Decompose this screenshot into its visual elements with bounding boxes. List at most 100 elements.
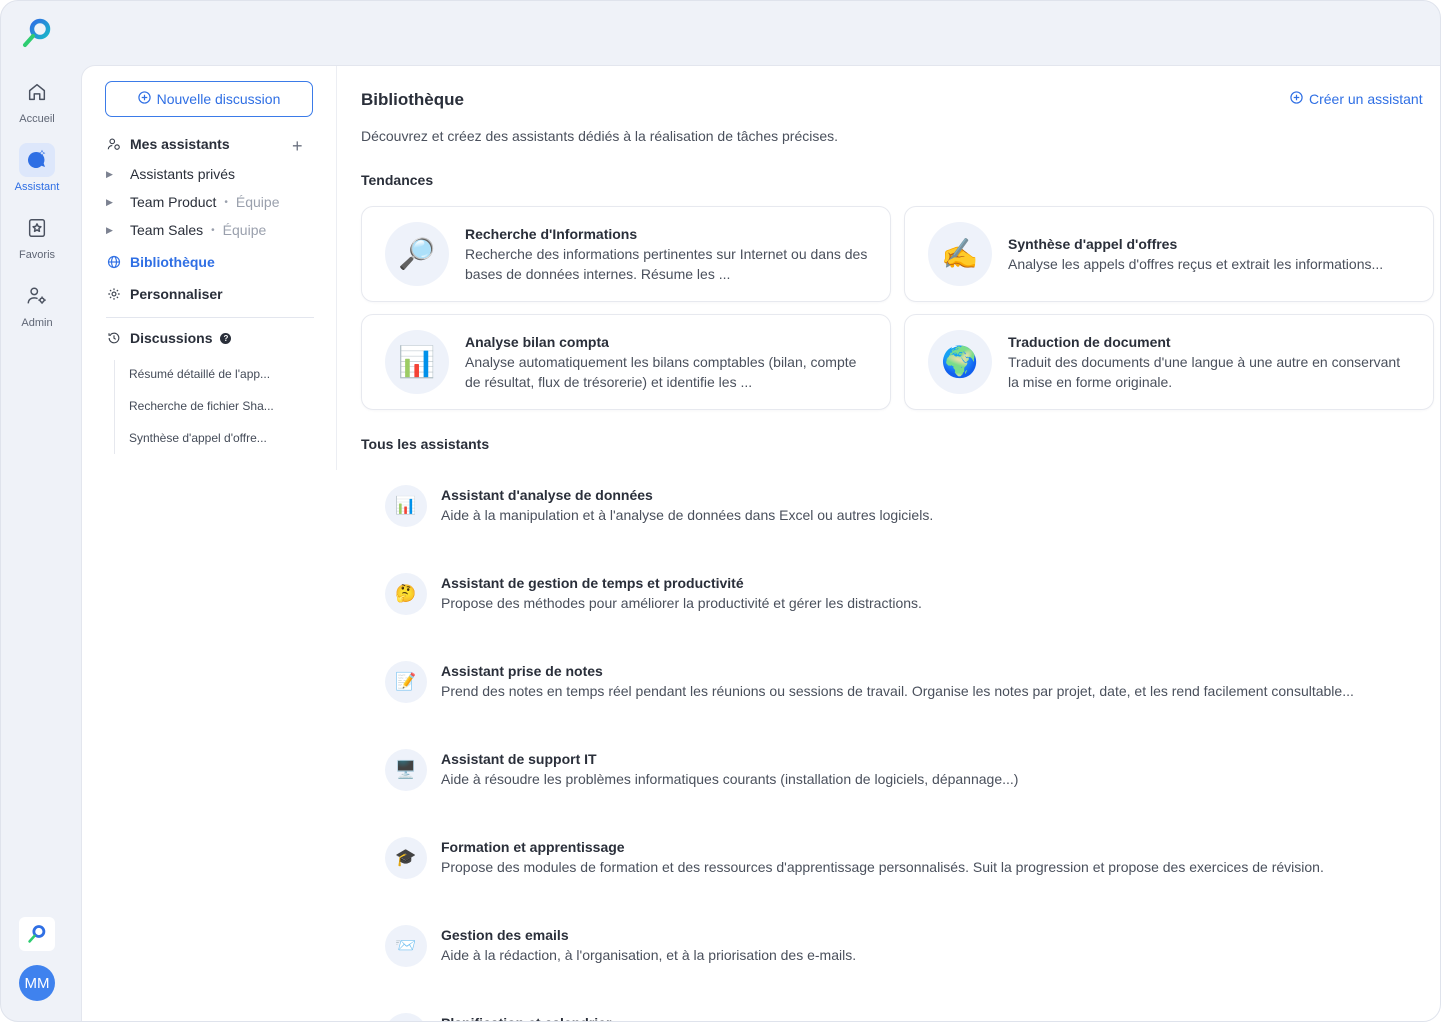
magnifier-emoji-icon: 🔎 xyxy=(385,222,449,286)
team-tag: Équipe xyxy=(235,194,280,210)
caret-right-icon: ▶ xyxy=(106,196,113,207)
thinking-face-emoji-icon: 🤔 xyxy=(385,573,427,615)
assistant-name: Planification et calendrier xyxy=(441,1013,1425,1021)
assistant-description: Prend des notes en temps réel pendant le… xyxy=(441,683,1354,699)
assistant-row-it-support[interactable]: 🖥️ Assistant de support IT Aide à résoud… xyxy=(385,746,1425,794)
bar-chart-emoji-icon: 📊 xyxy=(385,330,449,394)
calendar-emoji-icon: 📅 xyxy=(385,1013,427,1021)
assistant-name: Gestion des emails xyxy=(441,927,569,943)
create-assistant-label: Créer un assistant xyxy=(1309,91,1423,107)
caret-right-icon: ▶ xyxy=(106,224,113,235)
help-icon[interactable]: ? xyxy=(220,332,232,344)
nav-favoris[interactable]: Favoris xyxy=(1,211,73,261)
library-content: Bibliothèque Créer un assistant Découvre… xyxy=(361,66,1440,1021)
nav-admin[interactable]: Admin xyxy=(1,279,73,329)
plus-circle-icon xyxy=(137,91,151,107)
main-card: Nouvelle discussion Mes assistants + ▶ A… xyxy=(81,65,1440,1021)
separator-dot: • xyxy=(224,196,228,208)
assistant-description: Recherche des informations pertinentes s… xyxy=(465,246,868,282)
create-assistant-button[interactable]: Créer un assistant xyxy=(1290,91,1423,107)
graduation-cap-emoji-icon: 🎓 xyxy=(385,837,427,879)
sidebar-item-label: Team Product xyxy=(130,194,217,210)
sidebar-item-private[interactable]: ▶ Assistants privés xyxy=(106,166,235,182)
add-assistant-button[interactable]: + xyxy=(292,136,303,157)
app-window: Accueil Assistant Favoris Admin MM Nouve… xyxy=(0,0,1441,1022)
discussion-item[interactable]: Recherche de fichier Sha... xyxy=(129,399,274,413)
sidebar-item-label: Personnaliser xyxy=(130,286,223,302)
secondary-logo-icon[interactable] xyxy=(19,917,55,951)
favorites-icon xyxy=(19,211,55,245)
discussions-header[interactable]: Discussions ? xyxy=(106,330,232,346)
sidebar-item-team-sales[interactable]: ▶ Team Sales • Équipe xyxy=(106,222,266,238)
discussion-item[interactable]: Synthèse d'appel d'offre... xyxy=(129,431,267,445)
my-assistants-label: Mes assistants xyxy=(130,136,230,152)
assistant-name: Assistant de support IT xyxy=(441,751,597,767)
app-logo-icon[interactable] xyxy=(21,17,53,49)
discussion-item[interactable]: Résumé détaillé de l'app... xyxy=(129,367,270,381)
team-tag: Équipe xyxy=(222,222,267,238)
assistant-name: Analyse bilan compta xyxy=(465,334,609,350)
new-discussion-button[interactable]: Nouvelle discussion xyxy=(105,81,313,117)
trending-card-translation[interactable]: 🌍 Traduction de document Traduit des doc… xyxy=(904,314,1434,410)
admin-icon xyxy=(19,279,55,313)
assistant-name: Recherche d'Informations xyxy=(465,226,638,242)
page-title: Bibliothèque xyxy=(361,90,464,109)
left-rail: Accueil Assistant Favoris Admin MM xyxy=(1,1,81,1021)
trending-card-research[interactable]: 🔎 Recherche d'Informations Recherche des… xyxy=(361,206,891,302)
history-icon xyxy=(106,330,122,346)
nav-label: Assistant xyxy=(14,181,60,193)
assistant-name: Assistant prise de notes xyxy=(441,663,603,679)
nav-label: Admin xyxy=(21,317,53,329)
sidebar-item-library[interactable]: Bibliothèque xyxy=(106,254,215,270)
assistant-sidebar: Nouvelle discussion Mes assistants + ▶ A… xyxy=(82,66,337,470)
my-assistants-header[interactable]: Mes assistants xyxy=(106,136,230,152)
nav-label: Accueil xyxy=(19,113,55,125)
assistant-name: Assistant d'analyse de données xyxy=(441,487,653,503)
sidebar-item-customize[interactable]: Personnaliser xyxy=(106,286,223,302)
home-icon xyxy=(19,75,55,109)
assistant-row-notes[interactable]: 📝 Assistant prise de notes Prend des not… xyxy=(385,658,1425,706)
globe-icon xyxy=(106,254,122,270)
trending-card-accounting[interactable]: 📊 Analyse bilan compta Analyse automatiq… xyxy=(361,314,891,410)
assistant-row-data-analysis[interactable]: 📊 Assistant d'analyse de données Aide à … xyxy=(385,482,1425,530)
memo-emoji-icon: 📝 xyxy=(385,661,427,703)
nav-accueil[interactable]: Accueil xyxy=(1,75,73,125)
page-subtitle: Découvrez et créez des assistants dédiés… xyxy=(361,128,839,144)
sidebar-item-label: Team Sales xyxy=(130,222,204,238)
assistant-row-training[interactable]: 🎓 Formation et apprentissage Propose des… xyxy=(385,834,1425,882)
assistant-icon xyxy=(19,143,55,177)
avatar[interactable]: MM xyxy=(19,965,55,1001)
separator-dot: • xyxy=(211,224,215,236)
assistant-description: Propose des modules de formation et des … xyxy=(441,859,1324,875)
envelope-emoji-icon: 📨 xyxy=(385,925,427,967)
nav-label: Favoris xyxy=(18,249,56,261)
assistant-name: Traduction de document xyxy=(1008,334,1171,350)
discussions-label: Discussions xyxy=(130,330,213,346)
bar-chart-emoji-icon: 📊 xyxy=(385,485,427,527)
computer-emoji-icon: 🖥️ xyxy=(385,749,427,791)
nav-assistant[interactable]: Assistant xyxy=(1,143,73,193)
history-guide-line xyxy=(114,360,115,454)
gear-icon xyxy=(106,286,122,302)
caret-right-icon: ▶ xyxy=(106,168,113,179)
assistant-row-productivity[interactable]: 🤔 Assistant de gestion de temps et produ… xyxy=(385,570,1425,618)
assistant-description: Propose des méthodes pour améliorer la p… xyxy=(441,595,922,611)
assistant-row-emails[interactable]: 📨 Gestion des emails Aide à la rédaction… xyxy=(385,922,1425,970)
assistant-description: Traduit des documents d'une langue à une… xyxy=(1008,354,1401,390)
assistant-row-planning[interactable]: 📅 Planification et calendrier xyxy=(385,1010,1425,1021)
globe-emoji-icon: 🌍 xyxy=(928,330,992,394)
assistant-description: Aide à la rédaction, à l'organisation, e… xyxy=(441,947,857,963)
assistant-description: Aide à résoudre les problèmes informatiq… xyxy=(441,771,1019,787)
sidebar-item-team-product[interactable]: ▶ Team Product • Équipe xyxy=(106,194,279,210)
sidebar-item-label: Assistants privés xyxy=(130,166,236,182)
trending-card-tender[interactable]: ✍️ Synthèse d'appel d'offres Analyse les… xyxy=(904,206,1434,302)
assistant-description: Aide à la manipulation et à l'analyse de… xyxy=(441,507,934,523)
divider xyxy=(106,317,314,318)
assistant-description: Analyse les appels d'offres reçus et ext… xyxy=(1008,256,1384,272)
assistant-description: Analyse automatiquement les bilans compt… xyxy=(465,354,857,390)
all-assistants-heading: Tous les assistants xyxy=(361,436,490,452)
users-icon xyxy=(106,136,122,152)
assistant-name: Formation et apprentissage xyxy=(441,839,625,855)
plus-circle-icon xyxy=(1290,91,1303,107)
assistant-name: Synthèse d'appel d'offres xyxy=(1008,236,1178,252)
